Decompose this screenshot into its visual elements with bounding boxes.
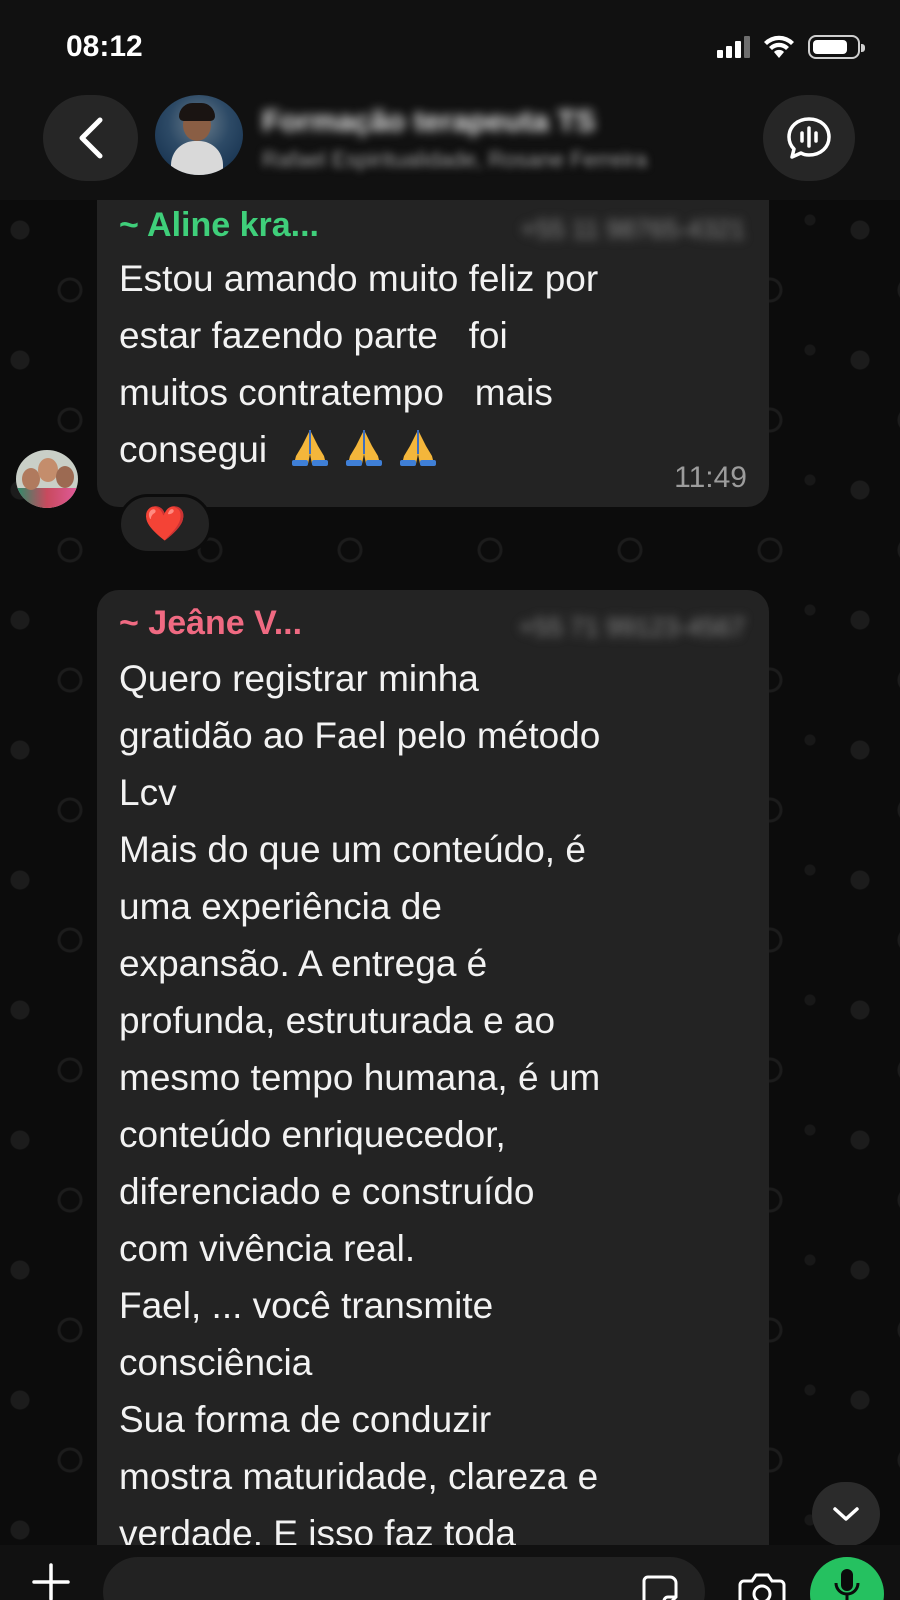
mic-icon [834,1569,860,1600]
back-icon [79,117,102,159]
voice-chat-icon [787,117,831,159]
message-time: 11:49 [674,461,747,494]
message-input[interactable] [103,1557,705,1600]
sender-name[interactable]: ~ Aline kra... [119,206,319,245]
reaction-badge[interactable]: ❤️ [118,494,212,554]
folded-hands-icon [400,430,437,466]
message-text: Quero registrar minha gratidão ao Fael p… [119,658,601,1545]
folded-hands-icon [345,430,382,466]
chat-area[interactable]: ~ Aline kra... +55 11 98765-4321 Estou a… [0,200,900,1545]
sender-avatar[interactable] [16,450,78,508]
group-subtitle[interactable]: Rafael Espiritualidade, Rosane Ferreira [262,147,722,173]
status-icons [717,34,865,60]
sticker-icon[interactable] [640,1573,680,1600]
mic-button[interactable] [810,1557,884,1600]
status-time: 08:12 [66,30,143,63]
chevron-down-icon [833,1507,859,1521]
scroll-down-button[interactable] [812,1482,880,1545]
message-bubble[interactable]: ~ Jeâne V... +55 71 99123-4567 Quero reg… [97,590,769,1545]
group-name[interactable]: Formação terapeuta TS [262,105,662,139]
status-bar: 08:12 [0,0,900,95]
voice-chat-button[interactable] [763,95,855,181]
chat-header: Formação terapeuta TS Rafael Espirituali… [0,95,900,200]
plus-icon[interactable] [28,1559,74,1600]
composer-bar [0,1545,900,1600]
message-bubble[interactable]: ~ Aline kra... +55 11 98765-4321 Estou a… [97,200,769,507]
battery-icon [808,35,865,59]
sender-name[interactable]: ~ Jeâne V... [119,604,302,643]
heart-icon: ❤️ [143,505,187,543]
folded-hands-icon [291,430,328,466]
cellular-signal-icon [717,36,750,58]
message-text: Estou amando muito feliz por estar fazen… [119,258,599,470]
back-button[interactable] [43,95,138,181]
group-avatar[interactable] [155,95,243,175]
sender-phone: +55 71 99123-4567 [518,612,745,642]
camera-icon[interactable] [738,1571,786,1600]
sender-phone: +55 11 98765-4321 [520,214,745,244]
wifi-icon [764,35,794,58]
